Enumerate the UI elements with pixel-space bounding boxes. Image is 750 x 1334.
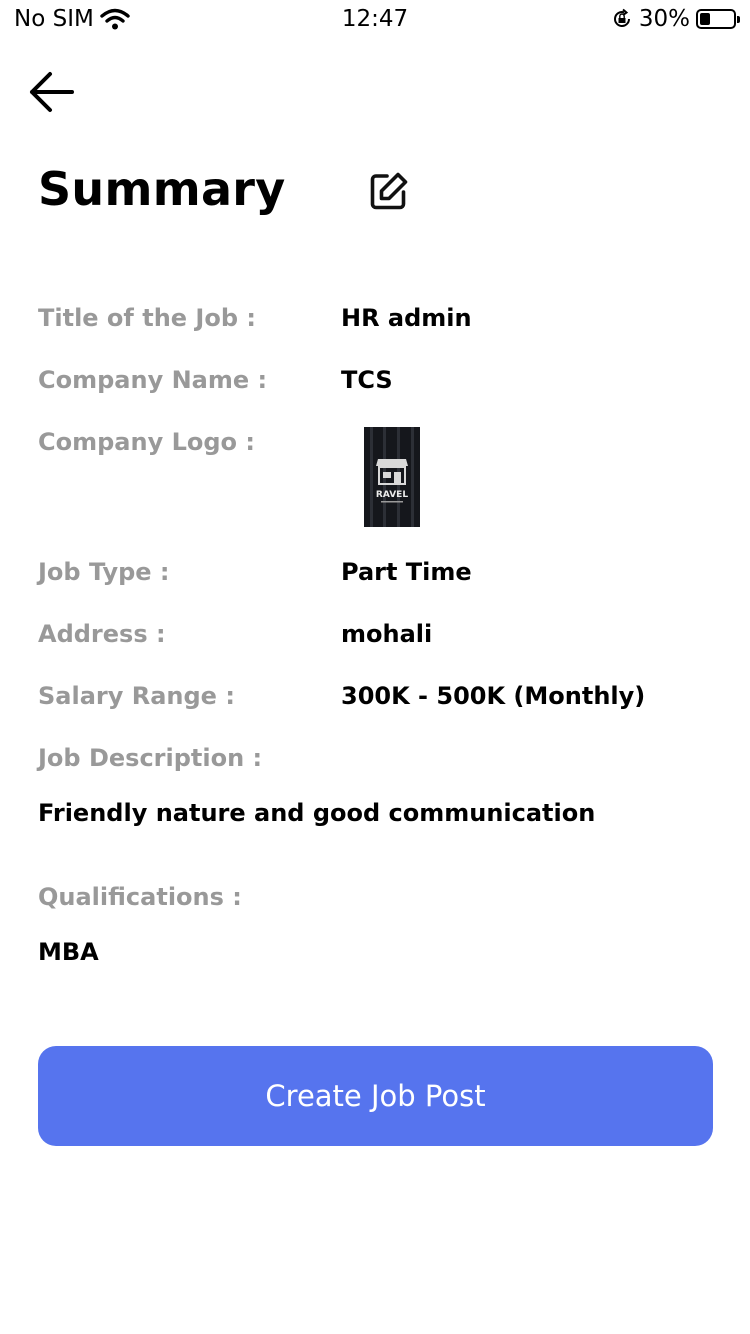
company-name-label: Company Name : [38,366,268,394]
qualifications-value: MBA [38,938,99,966]
orientation-lock-icon [613,8,630,27]
page-title: Summary [38,162,286,216]
status-bar: No SIM 12:47 30% [0,0,750,40]
company-logo-label: Company Logo : [38,428,255,456]
job-description-value: Friendly nature and good communication [38,799,596,827]
address-label: Address : [38,620,166,648]
battery-icon [696,9,740,29]
job-description-label: Job Description : [38,744,263,772]
battery-fill [700,13,710,25]
edit-button[interactable] [368,170,410,212]
salary-range-label: Salary Range : [38,682,235,710]
salary-range-value: 300K - 500K (Monthly) [341,682,646,710]
job-type-label: Job Type : [38,558,170,586]
create-job-post-button[interactable]: Create Job Post [38,1046,713,1146]
qualifications-label: Qualifications : [38,883,242,911]
status-right: 30% [611,6,740,32]
job-type-value: Part Time [341,558,472,586]
company-name-value: TCS [341,366,393,394]
battery-percent: 30% [638,6,690,32]
arrow-left-icon [30,72,74,112]
battery-cap [737,16,740,23]
edit-square-icon [370,172,408,210]
logo-text: RAVEL [376,490,408,500]
back-button[interactable] [26,68,78,116]
job-title-value: HR admin [341,304,472,332]
company-logo-image: RAVEL [364,427,420,527]
storefront-icon: RAVEL [376,459,408,503]
job-title-label: Title of the Job : [38,304,256,332]
address-value: mohali [341,620,433,648]
